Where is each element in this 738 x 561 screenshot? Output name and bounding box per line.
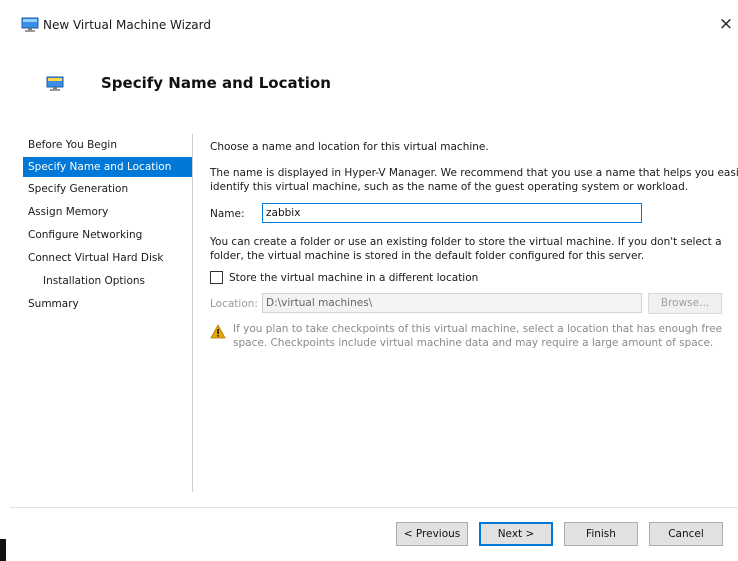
warning-triangle-icon bbox=[210, 324, 226, 339]
name-input[interactable]: zabbix bbox=[262, 203, 642, 223]
page-title: Specify Name and Location bbox=[101, 74, 331, 92]
window-icon bbox=[21, 17, 39, 33]
checkpoint-warning: If you plan to take checkpoints of this … bbox=[233, 322, 722, 350]
nav-item-configure-networking[interactable]: Configure Networking bbox=[23, 225, 193, 245]
folder-description-line-2: folder, the virtual machine is stored in… bbox=[210, 250, 645, 262]
folder-description-line-1: You can create a folder or use an existi… bbox=[210, 236, 722, 248]
store-location-checkbox[interactable] bbox=[210, 271, 223, 284]
intro-text: Choose a name and location for this virt… bbox=[210, 141, 489, 153]
location-input[interactable]: D:\virtual machines\ bbox=[262, 293, 642, 313]
close-icon[interactable]: × bbox=[716, 14, 736, 34]
previous-button[interactable]: < Previous bbox=[396, 522, 468, 546]
browse-button[interactable]: Browse... bbox=[648, 293, 722, 314]
nav-item-connect-virtual-hard-disk[interactable]: Connect Virtual Hard Disk bbox=[23, 248, 193, 268]
nav-item-assign-memory[interactable]: Assign Memory bbox=[23, 202, 193, 222]
nav-item-before-you-begin[interactable]: Before You Begin bbox=[23, 135, 193, 155]
header-monitor-icon bbox=[46, 76, 64, 92]
background-window-edge bbox=[0, 539, 6, 561]
checkpoint-warning-line-1: If you plan to take checkpoints of this … bbox=[233, 323, 723, 335]
window-title: New Virtual Machine Wizard bbox=[43, 18, 211, 32]
nav-divider bbox=[192, 134, 193, 492]
nav-item-installation-options[interactable]: Installation Options bbox=[23, 271, 193, 291]
store-location-checkbox-label[interactable]: Store the virtual machine in a different… bbox=[229, 271, 478, 285]
cancel-button[interactable]: Cancel bbox=[649, 522, 723, 546]
nav-item-specify-name-location[interactable]: Specify Name and Location bbox=[23, 157, 193, 177]
name-label: Name: bbox=[210, 208, 245, 220]
checkpoint-warning-line-2: space. Checkpoints include virtual machi… bbox=[233, 337, 714, 349]
location-label: Location: bbox=[210, 298, 258, 310]
nav-item-specify-generation[interactable]: Specify Generation bbox=[23, 179, 193, 199]
next-button[interactable]: Next > bbox=[479, 522, 553, 546]
name-description-line-2: identify this virtual machine, such as t… bbox=[210, 181, 689, 193]
name-description: The name is displayed in Hyper-V Manager… bbox=[210, 166, 738, 194]
finish-button[interactable]: Finish bbox=[564, 522, 638, 546]
folder-description: You can create a folder or use an existi… bbox=[210, 235, 722, 263]
footer-divider bbox=[10, 507, 738, 508]
nav-item-summary[interactable]: Summary bbox=[23, 294, 193, 314]
name-description-line-1: The name is displayed in Hyper-V Manager… bbox=[210, 167, 738, 179]
